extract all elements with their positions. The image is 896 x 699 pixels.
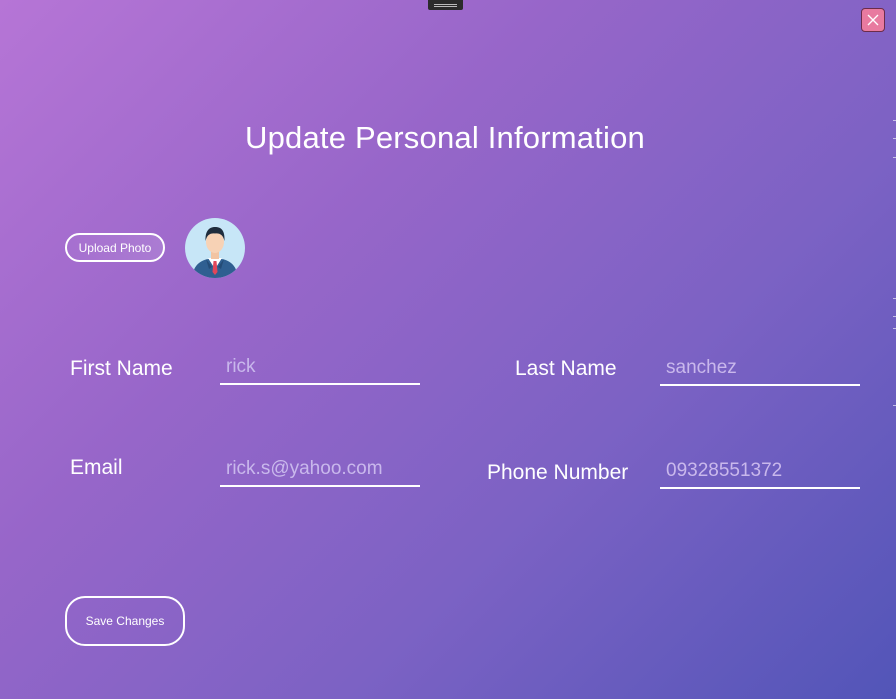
email-field — [220, 455, 420, 487]
page-title: Update Personal Information — [244, 120, 645, 155]
drag-handle-icon[interactable] — [428, 0, 463, 10]
first-name-field — [220, 353, 420, 385]
upload-photo-button[interactable]: Upload Photo — [65, 233, 165, 262]
last-name-label: Last Name — [515, 357, 617, 380]
save-changes-button[interactable]: Save Changes — [65, 596, 185, 646]
close-button[interactable] — [861, 8, 885, 32]
phone-number-input[interactable] — [666, 457, 856, 485]
email-input[interactable] — [226, 455, 416, 483]
phone-number-label: Phone Number — [487, 461, 629, 484]
user-avatar-icon — [185, 218, 245, 278]
email-label: Email — [70, 456, 123, 479]
phone-number-field — [660, 457, 860, 489]
close-icon — [867, 14, 879, 26]
first-name-label: First Name — [70, 357, 173, 380]
last-name-input[interactable] — [666, 354, 856, 382]
last-name-field — [660, 354, 860, 386]
first-name-input[interactable] — [226, 353, 416, 381]
